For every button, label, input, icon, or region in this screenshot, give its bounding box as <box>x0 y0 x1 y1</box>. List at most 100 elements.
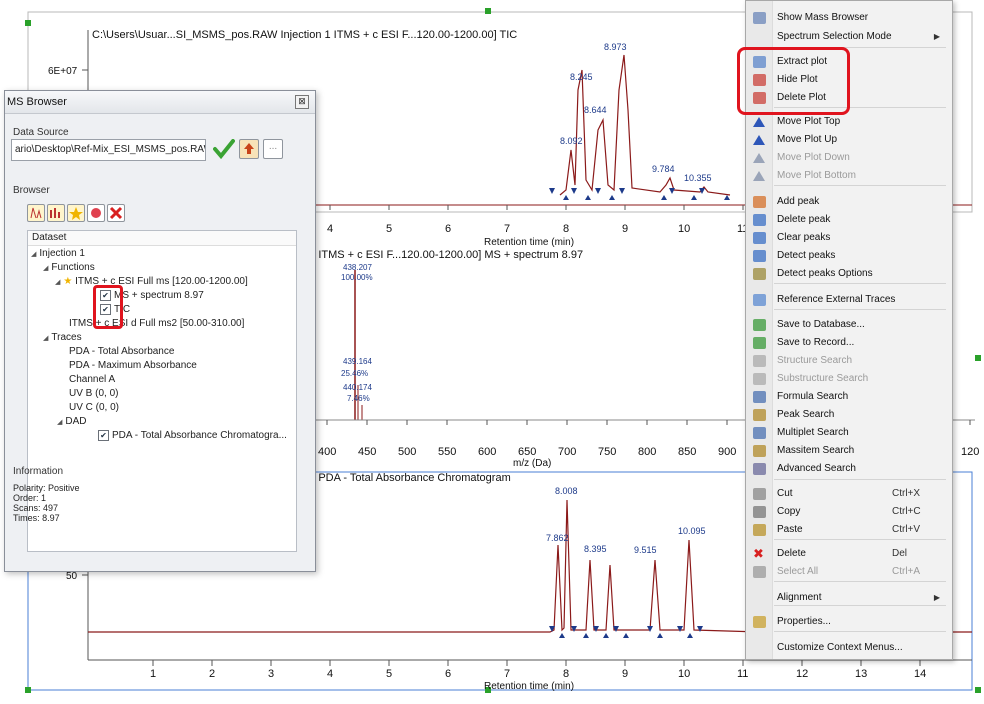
tree-node-pda-total[interactable]: PDA - Total Absorbance <box>69 346 174 357</box>
middle-x-tick-label: 850 <box>678 446 696 458</box>
bottom-x-tick-label: 13 <box>855 668 867 680</box>
menu-item-structure-search[interactable]: Structure Search <box>746 352 952 370</box>
load-file-button[interactable] <box>239 139 259 159</box>
tree-node-uv-b[interactable]: UV B (0, 0) <box>69 388 118 399</box>
peak-marker[interactable] <box>571 188 577 194</box>
move-bottom-icon <box>753 170 766 182</box>
tree-node-injection[interactable]: ◢ Injection 1 <box>31 248 85 259</box>
ms-browser-titlebar[interactable]: MS Browser ⊠ <box>5 91 315 114</box>
top-x-tick-label: 8 <box>563 223 569 235</box>
menu-item-customize-context-menus[interactable]: Customize Context Menus... <box>746 639 952 657</box>
tree-node-dad[interactable]: ◢ DAD <box>57 416 87 427</box>
peak-marker[interactable] <box>603 633 609 638</box>
peak-marker[interactable] <box>657 633 663 638</box>
peak-marker[interactable] <box>549 188 555 194</box>
menu-item-properties[interactable]: Properties... <box>746 613 952 631</box>
menu-item-multiplet-search[interactable]: Multiplet Search <box>746 424 952 442</box>
menu-item-save-to-database[interactable]: Save to Database... <box>746 316 952 334</box>
peak-marker[interactable] <box>583 633 589 638</box>
tree-node-channel-a[interactable]: Channel A <box>69 374 115 385</box>
expand-icon[interactable]: ◢ <box>55 278 60 286</box>
peak-marker[interactable] <box>661 195 667 200</box>
menu-item-peak-search[interactable]: Peak Search <box>746 406 952 424</box>
peak-marker[interactable] <box>669 188 675 194</box>
tree-tool-1-icon[interactable] <box>27 204 45 222</box>
peak-marker[interactable] <box>559 633 565 638</box>
peak-marker[interactable] <box>609 195 615 200</box>
move-up-icon <box>753 134 766 146</box>
menu-item-show-mass-browser[interactable]: Show Mass Browser <box>746 9 952 27</box>
menu-item-add-peak[interactable]: Add peak <box>746 193 952 211</box>
menu-highlight <box>737 47 850 115</box>
peak-marker[interactable] <box>623 633 629 638</box>
peak-marker[interactable] <box>563 195 569 200</box>
record-icon[interactable] <box>87 204 105 222</box>
menu-item-substructure-search[interactable]: Substructure Search <box>746 370 952 388</box>
expand-icon[interactable]: ◢ <box>57 418 62 426</box>
menu-item-delete[interactable]: ✖ Delete Del <box>746 545 952 563</box>
top-peak-label: 9.784 <box>652 164 675 174</box>
mass-browser-icon <box>753 12 766 24</box>
bottom-x-tick-label: 11 <box>737 668 748 680</box>
menu-item-clear-peaks[interactable]: Clear peaks <box>746 229 952 247</box>
menu-item-cut[interactable]: Cut Ctrl+X <box>746 485 952 503</box>
tree-node-uv-c[interactable]: UV C (0, 0) <box>69 402 119 413</box>
menu-item-advanced-search[interactable]: Advanced Search <box>746 460 952 478</box>
menu-item-detect-peaks[interactable]: Detect peaks <box>746 247 952 265</box>
expand-icon[interactable]: ◢ <box>43 334 48 342</box>
checkmark-icon[interactable] <box>213 139 235 159</box>
tree-node-traces[interactable]: ◢ Traces <box>43 332 82 343</box>
peak-marker[interactable] <box>595 188 601 194</box>
middle-x-tick-label: 900 <box>718 446 736 458</box>
bottom-x-tick-label: 2 <box>209 668 215 680</box>
menu-item-formula-search[interactable]: Formula Search <box>746 388 952 406</box>
peak-marker[interactable] <box>724 195 730 200</box>
delete-icon[interactable] <box>107 204 125 222</box>
paste-icon <box>753 524 766 536</box>
close-icon[interactable]: ⊠ <box>295 95 309 109</box>
peak-marker[interactable] <box>677 626 683 632</box>
menu-item-move-plot-up[interactable]: Move Plot Up <box>746 131 952 149</box>
menu-item-copy[interactable]: Copy Ctrl+C <box>746 503 952 521</box>
menu-item-detect-peaks-options[interactable]: Detect peaks Options <box>746 265 952 283</box>
data-source-field[interactable]: ario\Desktop\Ref-Mix_ESI_MSMS_pos.RAW <box>11 139 206 161</box>
menu-item-delete-peak[interactable]: Delete peak <box>746 211 952 229</box>
menu-item-spectrum-selection-mode[interactable]: Spectrum Selection Mode ▶ <box>746 28 952 46</box>
middle-peak-label: 438.207 <box>343 263 372 272</box>
tree-tool-2-icon[interactable] <box>47 204 65 222</box>
menu-item-save-to-record[interactable]: Save to Record... <box>746 334 952 352</box>
menu-item-move-plot-down[interactable]: Move Plot Down <box>746 149 952 167</box>
browser-label: Browser <box>13 185 50 196</box>
tree-node-pda-chromatogram[interactable]: ✔ PDA - Total Absorbance Chromatogra... <box>98 430 287 441</box>
ms-browser-panel[interactable]: MS Browser ⊠ Data Source ario\Desktop\Re… <box>4 90 316 572</box>
peak-marker[interactable] <box>697 626 703 632</box>
star-icon[interactable] <box>67 204 85 222</box>
menu-item-move-plot-bottom[interactable]: Move Plot Bottom <box>746 167 952 185</box>
menu-item-paste[interactable]: Paste Ctrl+V <box>746 521 952 539</box>
peak-marker[interactable] <box>647 626 653 632</box>
expand-icon[interactable]: ◢ <box>31 250 36 258</box>
top-x-tick-label: 10 <box>678 223 690 235</box>
middle-x-tick-label: 400 <box>318 446 336 458</box>
peak-marker[interactable] <box>585 195 591 200</box>
peak-marker[interactable] <box>699 188 705 194</box>
tree-node-functions[interactable]: ◢ Functions <box>43 262 95 273</box>
tree-node-pda-max[interactable]: PDA - Maximum Absorbance <box>69 360 197 371</box>
tree-node-full-ms[interactable]: ◢ ★ ITMS + c ESI Full ms [120.00-1200.00] <box>55 276 248 287</box>
bottom-x-tick-label: 9 <box>622 668 628 680</box>
peak-marker[interactable] <box>691 195 697 200</box>
expand-icon[interactable]: ◢ <box>43 264 48 272</box>
menu-item-select-all[interactable]: Select All Ctrl+A <box>746 563 952 581</box>
peak-marker[interactable] <box>687 633 693 638</box>
more-button[interactable]: ... <box>263 139 283 159</box>
peak-marker[interactable] <box>619 188 625 194</box>
menu-item-reference-external-traces[interactable]: Reference External Traces <box>746 291 952 309</box>
checkbox-pda-chromatogram[interactable]: ✔ <box>98 430 109 441</box>
advanced-search-icon <box>753 463 766 475</box>
peak-marker[interactable] <box>571 626 577 632</box>
menu-item-massitem-search[interactable]: Massitem Search <box>746 442 952 460</box>
middle-x-tick-label: 650 <box>518 446 536 458</box>
menu-item-alignment[interactable]: Alignment ▶ <box>746 589 952 607</box>
middle-x-tick-label: 800 <box>638 446 656 458</box>
menu-item-move-plot-top[interactable]: Move Plot Top <box>746 113 952 131</box>
